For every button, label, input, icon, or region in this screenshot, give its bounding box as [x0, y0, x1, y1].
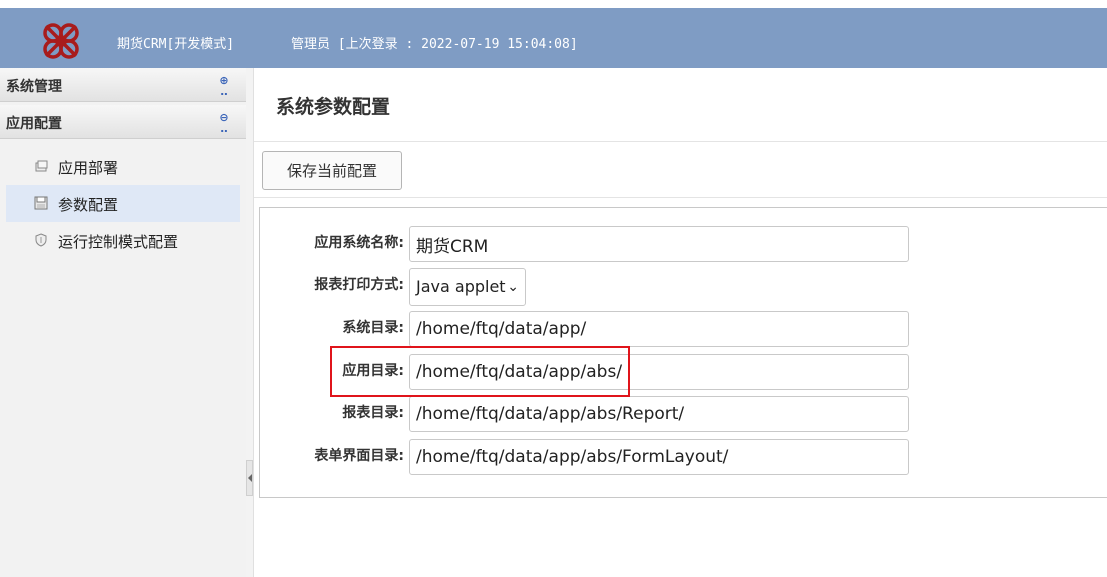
sidebar: 系统管理 ⊕ ‥ 应用配置 ⊖ ‥ 应用部署 参数配置 运行控制模式配置 [0, 68, 247, 577]
app-header: 期货CRM[开发模式] 管理员 [上次登录 : 2022-07-19 15:04… [0, 8, 1107, 68]
deploy-icon [35, 160, 48, 172]
user-info: 管理员 [上次登录 : 2022-07-19 15:04:08] [291, 37, 578, 52]
save-icon [34, 196, 48, 210]
field-label-system-dir: 系统目录: [342, 320, 404, 336]
field-label-form-layout-dir: 表单界面目录: [314, 448, 404, 464]
panel-label: 应用配置 [6, 116, 62, 132]
app-title: 期货CRM[开发模式] [117, 37, 235, 52]
report-print-select[interactable]: Java applet ⌄ [409, 268, 526, 306]
save-config-button[interactable]: 保存当前配置 [262, 151, 402, 190]
sidebar-panel-system-management[interactable]: 系统管理 ⊕ ‥ [0, 68, 246, 102]
app-name-input[interactable] [409, 226, 909, 262]
form-layout-dir-input[interactable] [409, 439, 909, 475]
panel-label: 系统管理 [6, 79, 62, 95]
sidebar-item-label: 应用部署 [58, 159, 119, 177]
sidebar-panel-app-config[interactable]: 应用配置 ⊖ ‥ [0, 105, 246, 139]
page-title: 系统参数配置 [276, 96, 391, 118]
sidebar-item-param-config[interactable]: 参数配置 [6, 185, 240, 222]
field-label-report-dir: 报表目录: [342, 405, 404, 421]
plus-icon[interactable]: ⊕ ‥ [218, 75, 230, 97]
sidebar-collapse-handle[interactable] [246, 460, 253, 496]
sidebar-nav: 应用部署 参数配置 运行控制模式配置 [6, 148, 240, 259]
minus-icon[interactable]: ⊖ ‥ [218, 112, 230, 134]
divider [254, 197, 1107, 198]
app-logo-icon [43, 23, 79, 59]
sidebar-item-label: 运行控制模式配置 [58, 233, 179, 251]
report-dir-input[interactable] [409, 396, 909, 432]
sidebar-item-app-deploy[interactable]: 应用部署 [6, 148, 240, 185]
top-strip [0, 0, 1107, 8]
select-value: Java applet [416, 277, 506, 296]
sidebar-item-run-control-mode[interactable]: 运行控制模式配置 [6, 222, 240, 259]
system-dir-input[interactable] [409, 311, 909, 347]
shield-icon [35, 233, 47, 247]
highlight-box [330, 346, 630, 397]
field-label-report-print: 报表打印方式: [314, 277, 404, 293]
divider [254, 141, 1107, 142]
field-label-app-name: 应用系统名称: [314, 235, 404, 251]
sidebar-gutter [246, 68, 254, 577]
chevron-down-icon: ⌄ [507, 279, 519, 295]
sidebar-item-label: 参数配置 [58, 196, 119, 214]
